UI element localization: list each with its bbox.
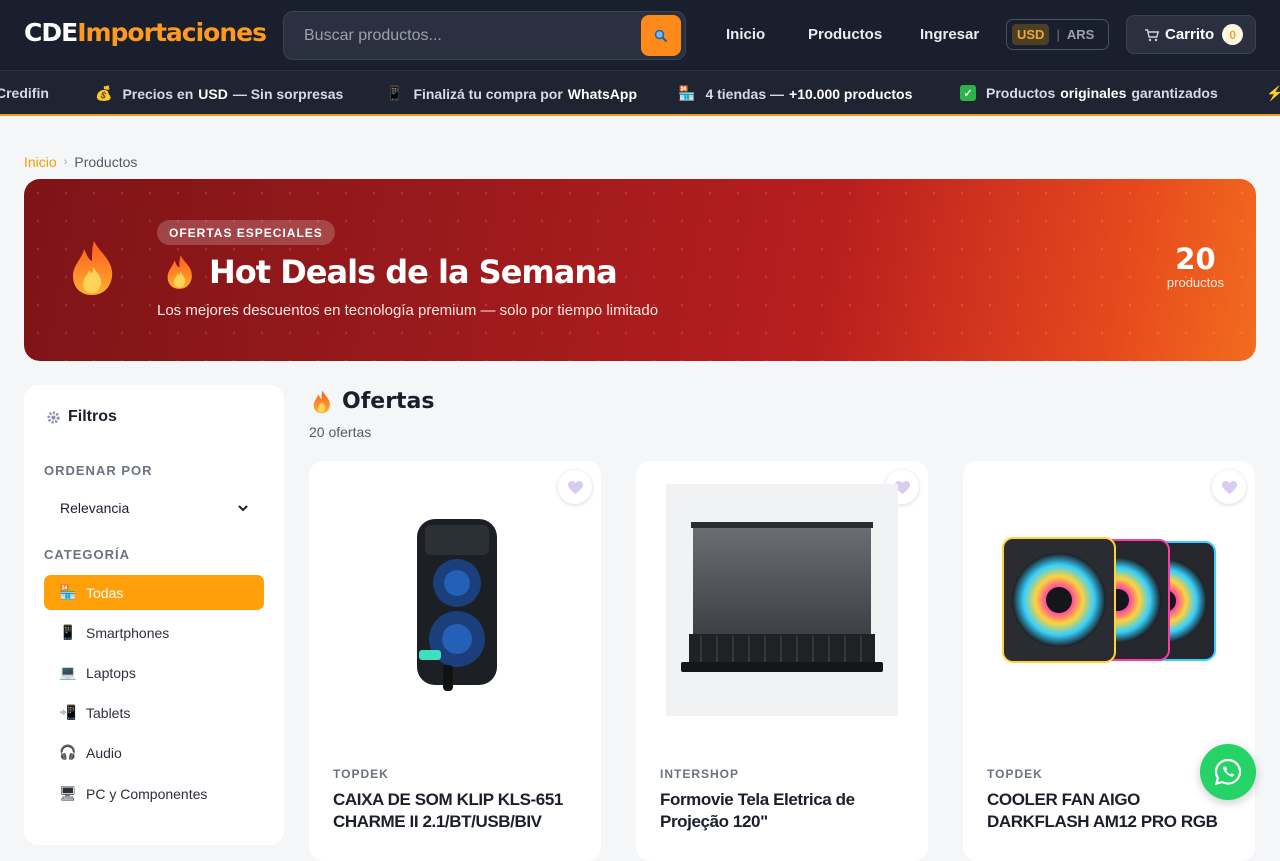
ticker-item: ⚡ bbox=[1266, 85, 1280, 102]
logo[interactable]: CDEImportaciones bbox=[24, 18, 267, 47]
breadcrumb-current: Productos bbox=[74, 154, 138, 170]
nav-inicio[interactable]: Inicio bbox=[726, 26, 765, 43]
sort-select[interactable]: Relevancia bbox=[44, 491, 264, 525]
breadcrumb: Inicio › Productos bbox=[24, 154, 137, 170]
hot-deals-banner: OFERTAS ESPECIALES Hot Deals de la Seman… bbox=[24, 179, 1256, 361]
flame-icon bbox=[313, 390, 330, 413]
promo-ticker: Credifin 💰 Precios en USD — Sin sorpresas … bbox=[0, 70, 1280, 116]
banner-product-count: 20 productos bbox=[1166, 242, 1224, 290]
banner-subtitle: Los mejores descuentos en tecnología pre… bbox=[157, 302, 659, 319]
rgb-fan-image bbox=[1002, 537, 1216, 663]
flame-icon bbox=[167, 255, 192, 289]
phone-icon: 📱 bbox=[386, 85, 404, 101]
category-smartphones[interactable]: 📱 Smartphones bbox=[44, 615, 264, 650]
nav-productos[interactable]: Productos bbox=[808, 26, 882, 43]
site-header: CDEImportaciones Inicio Productos Ingres… bbox=[0, 0, 1280, 70]
product-brand: TOPDEK bbox=[987, 767, 1043, 781]
search-input[interactable] bbox=[304, 26, 634, 46]
money-bag-icon: 💰 bbox=[95, 85, 113, 101]
cart-count-badge: 0 bbox=[1222, 24, 1244, 45]
category-audio[interactable]: 🎧 Audio bbox=[44, 735, 264, 770]
nav-ingresar[interactable]: Ingresar bbox=[920, 26, 979, 43]
phone-icon: 📱 bbox=[59, 624, 77, 640]
product-name[interactable]: COOLER FAN AIGO DARKFLASH AM12 PRO RGB bbox=[987, 789, 1237, 833]
ticker-item: 🏪 4 tiendas — +10.000 productos bbox=[678, 85, 913, 102]
product-brand: TOPDEK bbox=[333, 767, 389, 781]
category-todas[interactable]: 🏪 Todas bbox=[44, 575, 264, 610]
cart-icon bbox=[1145, 28, 1160, 41]
currency-ars[interactable]: ARS bbox=[1067, 27, 1094, 42]
product-image[interactable] bbox=[339, 484, 571, 716]
banner-title: Hot Deals de la Semana bbox=[165, 253, 618, 291]
ticker-item: 📱 Finalizá tu compra por WhatsApp bbox=[386, 85, 638, 102]
desktop-icon: 🖥 bbox=[59, 785, 77, 801]
product-name[interactable]: CAIXA DE SOM KLIP KLS-651 CHARME II 2.1/… bbox=[333, 789, 583, 833]
gear-icon bbox=[47, 410, 60, 424]
ticker-item: ✓ Productos originales garantizados bbox=[960, 85, 1218, 101]
cart-label: Carrito bbox=[1165, 26, 1215, 43]
search-icon bbox=[654, 29, 668, 42]
product-name[interactable]: Formovie Tela Eletrica de Projeção 120" bbox=[660, 789, 910, 833]
category-tablets[interactable]: 📲 Tablets bbox=[44, 695, 264, 730]
filters-title: Filtros bbox=[46, 408, 117, 426]
projection-screen-image bbox=[681, 522, 883, 672]
store-icon: 🏪 bbox=[678, 85, 696, 101]
product-card[interactable]: INTERSHOP Formovie Tela Eletrica de Proj… bbox=[636, 461, 928, 861]
check-icon: ✓ bbox=[960, 85, 976, 101]
currency-divider: | bbox=[1056, 27, 1060, 42]
category-laptops[interactable]: 💻 Laptops bbox=[44, 655, 264, 690]
whatsapp-button[interactable] bbox=[1200, 744, 1256, 800]
breadcrumb-home[interactable]: Inicio bbox=[24, 154, 57, 170]
tablet-icon: 📲 bbox=[59, 704, 77, 720]
cart-button[interactable]: Carrito 0 bbox=[1126, 15, 1256, 54]
speaker-image bbox=[417, 519, 497, 691]
headphones-icon: 🎧 bbox=[59, 744, 77, 760]
product-card[interactable]: TOPDEK COOLER FAN AIGO DARKFLASH AM12 PR… bbox=[963, 461, 1255, 861]
lightning-icon: ⚡ bbox=[1266, 85, 1280, 102]
laptop-icon: 💻 bbox=[59, 664, 77, 680]
product-brand: INTERSHOP bbox=[660, 767, 740, 781]
category-label: CATEGORÍA bbox=[44, 547, 131, 562]
sort-label: ORDENAR POR bbox=[44, 463, 153, 478]
search-bar bbox=[283, 11, 686, 60]
currency-usd[interactable]: USD bbox=[1012, 24, 1050, 45]
whatsapp-icon bbox=[1214, 758, 1242, 786]
currency-toggle[interactable]: USD | ARS bbox=[1006, 19, 1109, 50]
product-image[interactable] bbox=[993, 484, 1225, 716]
special-offers-badge: OFERTAS ESPECIALES bbox=[157, 220, 335, 245]
search-button[interactable] bbox=[641, 15, 681, 56]
product-image[interactable] bbox=[666, 484, 898, 716]
offers-heading: Ofertas bbox=[312, 389, 435, 414]
offers-count: 20 ofertas bbox=[309, 424, 372, 440]
product-card[interactable]: TOPDEK CAIXA DE SOM KLIP KLS-651 CHARME … bbox=[309, 461, 601, 861]
ticker-item: 💰 Precios en USD — Sin sorpresas bbox=[95, 85, 344, 102]
chevron-down-icon bbox=[238, 504, 248, 511]
breadcrumb-separator: › bbox=[63, 156, 68, 168]
category-pc-componentes[interactable]: 🖥 PC y Componentes bbox=[44, 776, 264, 811]
store-icon: 🏪 bbox=[59, 584, 77, 600]
flame-icon bbox=[73, 241, 113, 295]
filters-sidebar: Filtros ORDENAR POR Relevancia CATEGORÍA… bbox=[24, 385, 284, 845]
ticker-item: Credifin bbox=[0, 85, 49, 101]
